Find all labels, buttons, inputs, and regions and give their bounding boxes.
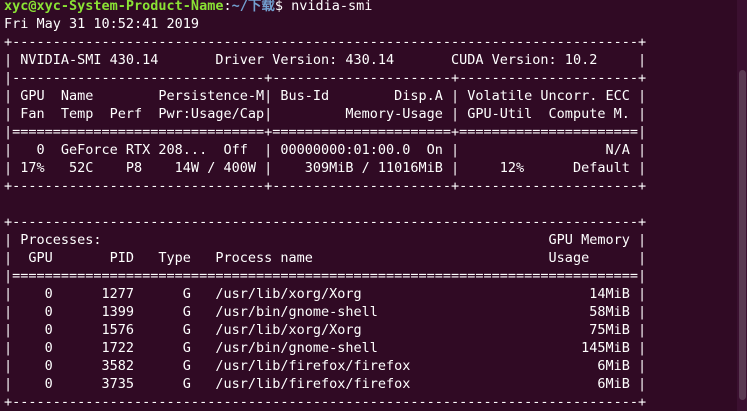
process-row: | 0 1277 G /usr/lib/xorg/Xorg 14MiB | bbox=[4, 286, 647, 302]
output-line-process-header: | GPU PID Type Process name Usage | bbox=[4, 250, 647, 266]
prompt-symbol: $ bbox=[274, 0, 292, 14]
output-line-process-divider: |=======================================… bbox=[4, 268, 647, 284]
output-line-date: Fri May 31 10:52:41 2019 bbox=[4, 16, 200, 32]
process-row: | 0 3582 G /usr/lib/firefox/firefox 6MiB… bbox=[4, 358, 647, 374]
output-line-process-border-top: +---------------------------------------… bbox=[4, 214, 647, 230]
process-row: | 0 1399 G /usr/bin/gnome-shell 58MiB | bbox=[4, 304, 647, 320]
process-row: | 0 3735 G /usr/lib/firefox/firefox 6MiB… bbox=[4, 376, 647, 392]
process-row: | 0 1722 G /usr/bin/gnome-shell 145MiB | bbox=[4, 340, 647, 356]
terminal-content: xyc@xyc-System-Product-Name:~/下载$ nvidia… bbox=[4, 0, 646, 411]
output-line-header-2: | Fan Temp Perf Pwr:Usage/Cap| Memory-Us… bbox=[4, 106, 647, 122]
output-line-double-divider: |===============================+=======… bbox=[4, 124, 647, 140]
prompt-path: ~/下载 bbox=[231, 0, 275, 14]
output-line-divider: |-------------------------------+-------… bbox=[4, 70, 647, 86]
output-line-versions: | NVIDIA-SMI 430.14 Driver Version: 430.… bbox=[4, 52, 647, 68]
scrollbar-thumb[interactable] bbox=[739, 70, 746, 400]
output-line-blank bbox=[4, 195, 646, 213]
output-line-header-1: | GPU Name Persistence-M| Bus-Id Disp.A … bbox=[4, 88, 647, 104]
output-line-gpu-row-2: | 17% 52C P8 14W / 400W | 309MiB / 11016… bbox=[4, 160, 647, 176]
terminal-window[interactable]: xyc@xyc-System-Product-Name:~/下载$ nvidia… bbox=[0, 0, 747, 411]
vertical-scrollbar[interactable] bbox=[737, 0, 747, 411]
prompt-user-host: xyc@xyc-System-Product-Name bbox=[4, 0, 224, 14]
output-line-process-title: | Processes: GPU Memory | bbox=[4, 232, 647, 248]
prompt-separator: : bbox=[223, 0, 232, 14]
output-line-process-border-bottom: +---------------------------------------… bbox=[4, 394, 647, 410]
output-line-gpu-row-1: | 0 GeForce RTX 208... Off | 00000000:01… bbox=[4, 142, 647, 158]
prompt-command: nvidia-smi bbox=[291, 0, 373, 14]
prompt-line: xyc@xyc-System-Product-Name:~/下载$ nvidia… bbox=[4, 0, 646, 15]
output-line-border-bottom: +-------------------------------+-------… bbox=[4, 178, 647, 194]
output-line-border-top: +---------------------------------------… bbox=[4, 34, 647, 50]
process-row: | 0 1576 G /usr/lib/xorg/Xorg 75MiB | bbox=[4, 322, 647, 338]
